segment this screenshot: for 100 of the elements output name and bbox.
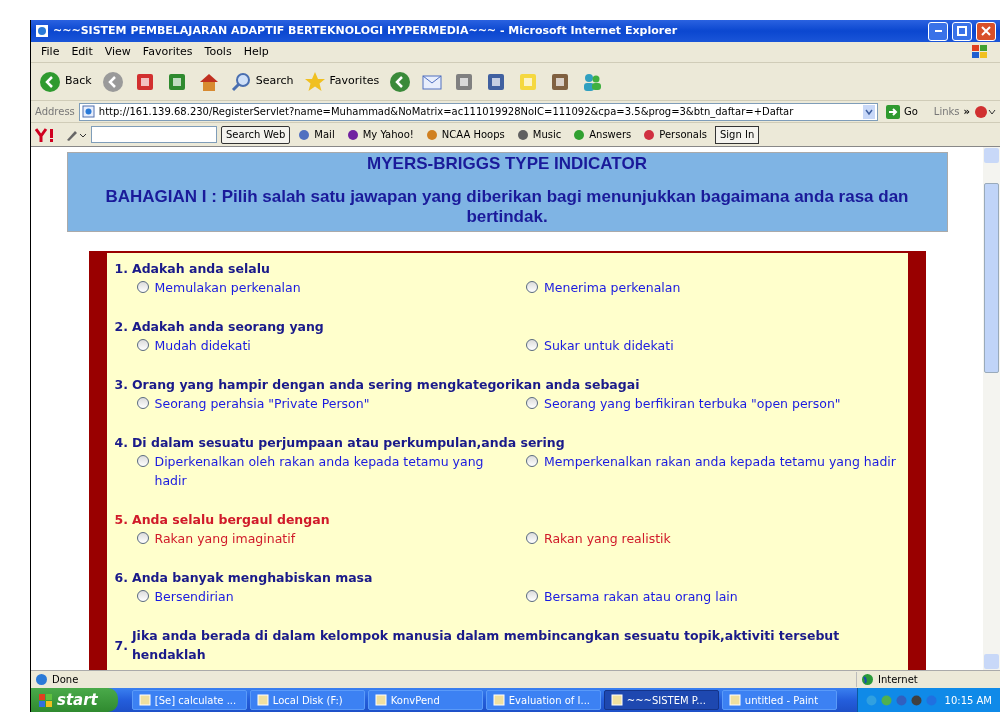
- link-icon: [573, 128, 586, 141]
- window-icon: [374, 694, 387, 706]
- status-text: Done: [52, 673, 80, 687]
- taskbar-button[interactable]: [Se] calculate ...: [131, 690, 247, 710]
- instruction-text: BAHAGIAN I : Pilih salah satu jawapan yang diberikan bagi menunjukkan bagaimana anda rasa dan bertindak.: [104, 187, 910, 227]
- question-number: 5.: [114, 511, 128, 529]
- link-icon: [298, 128, 311, 141]
- start-button[interactable]: start: [31, 688, 118, 712]
- window-icon: [138, 694, 151, 706]
- taskbar-button[interactable]: KonvPend: [367, 690, 483, 710]
- option-label: Memperkenalkan rakan anda kepada tetamu yang hadir: [544, 453, 896, 471]
- window-icon: [256, 694, 269, 706]
- sign-in-button[interactable]: Sign In: [715, 125, 760, 144]
- option-label: Seorang perahsia "Private Person": [154, 395, 370, 413]
- link-icon: [425, 128, 438, 141]
- option-label: Sukar untuk didekati: [544, 337, 674, 355]
- taskbar-button[interactable]: untitled - Paint: [721, 690, 837, 710]
- option-label: Bersendirian: [154, 588, 234, 606]
- go-arrow-icon: [885, 104, 900, 119]
- clock: 10:15 AM: [944, 693, 992, 708]
- links-label[interactable]: Links: [925, 104, 960, 119]
- taskbar-button[interactable]: ~~~SISTEM P...: [603, 690, 719, 710]
- question-number: 4.: [114, 434, 128, 452]
- radio-button[interactable]: [136, 532, 149, 544]
- radio-button[interactable]: [136, 339, 149, 351]
- question-text: Jika anda berada di dalam kelompok manusia dalam membincangkan sesuatu topik,aktiviti tersebut hendaklah: [131, 627, 841, 664]
- option-label: Seorang yang berfikiran terbuka "open person": [544, 395, 841, 413]
- toolbar-link[interactable]: NCAA Hoops: [421, 127, 509, 142]
- toolbar-link[interactable]: Mail: [294, 127, 339, 142]
- option-label: Rakan yang realistik: [544, 530, 671, 548]
- go-button[interactable]: Go: [881, 104, 922, 119]
- option-label: Bersama rakan atau orang lain: [544, 588, 738, 606]
- link-icon: [516, 128, 529, 141]
- question-text: Adakah anda seorang yang: [131, 318, 324, 336]
- address-label: Address: [35, 105, 75, 119]
- question-text: Anda banyak menghabiskan masa: [131, 569, 373, 587]
- question-text: Adakah anda selalu: [131, 260, 270, 278]
- page-title: MYERS-BRIGGS TYPE INDICATOR: [366, 153, 648, 175]
- yahoo-search-field[interactable]: [91, 126, 217, 143]
- radio-button[interactable]: [136, 590, 149, 602]
- toolbar-button[interactable]: Search: [225, 66, 298, 97]
- radio-button[interactable]: [526, 532, 538, 544]
- radio-button[interactable]: [526, 455, 538, 467]
- radio-button[interactable]: [526, 281, 538, 293]
- page-icon: [35, 673, 48, 686]
- question-number: 2.: [114, 318, 128, 336]
- option-label: Memulakan perkenalan: [154, 279, 301, 297]
- windows-logo-icon: [39, 693, 53, 707]
- menu-item[interactable]: File: [35, 43, 66, 61]
- option-label: Menerima perkenalan: [544, 279, 681, 297]
- option-label: Mudah didekati: [154, 337, 251, 355]
- minimize-icon: [934, 30, 942, 32]
- toolbar-link[interactable]: Music: [512, 127, 566, 142]
- option-label: Diperkenalkan oleh rakan anda kepada tetamu yang hadir: [154, 453, 485, 490]
- menu-item[interactable]: Tools: [198, 43, 238, 61]
- radio-button[interactable]: [526, 397, 538, 409]
- radio-button[interactable]: [526, 339, 538, 351]
- question-number: 3.: [114, 376, 128, 394]
- windows-logo-icon: [972, 45, 988, 59]
- radio-button[interactable]: [136, 281, 149, 293]
- globe-icon: [861, 673, 874, 686]
- dropdown-icon[interactable]: [862, 104, 875, 119]
- toolbar-extension-icon[interactable]: [974, 104, 996, 119]
- close-button[interactable]: [976, 21, 996, 41]
- question-number: 6.: [114, 569, 128, 587]
- toolbar-button[interactable]: Back: [35, 66, 96, 97]
- search-web-button[interactable]: Search Web: [221, 125, 291, 144]
- address-url: http://161.139.68.230/RegisterServlet?name=Muhammad&NoMatrix=ac111019928NoIC=111092&cpa=3.5&prog=3&btn_daftar=+Daftar: [98, 105, 795, 119]
- radio-button[interactable]: [136, 397, 149, 409]
- window-icon: [610, 694, 623, 706]
- link-icon: [346, 128, 359, 141]
- minimize-button[interactable]: [928, 21, 948, 41]
- browser-icon: [35, 24, 49, 38]
- taskbar-button[interactable]: Evaluation of I...: [485, 690, 601, 710]
- tray-icon[interactable]: [910, 694, 922, 706]
- menu-item[interactable]: Help: [237, 43, 275, 61]
- question-text: Anda selalu bergaul dengan: [131, 511, 330, 529]
- scrollbar[interactable]: [983, 147, 1000, 670]
- menu-item[interactable]: Favorites: [136, 43, 199, 61]
- page-icon: [81, 105, 95, 118]
- maximize-icon: [957, 26, 967, 36]
- radio-button[interactable]: [526, 590, 538, 602]
- question-text: Orang yang hampir dengan anda sering mengkategorikan anda sebagai: [131, 376, 640, 394]
- window-icon: [492, 694, 505, 706]
- toolbar-button[interactable]: Favorites: [299, 66, 384, 97]
- question-number: 1.: [114, 260, 128, 278]
- toolbar-link[interactable]: Answers: [569, 127, 636, 142]
- link-icon: [643, 128, 656, 141]
- zone-text: Internet: [878, 673, 918, 687]
- address-field[interactable]: http://161.139.68.230/RegisterServlet?name=Muhammad&NoMatrix=ac111019928NoIC=111092&cpa=3.5&prog=3&btn_daftar=+Daftar: [78, 102, 878, 121]
- toolbar-link[interactable]: Personals: [639, 127, 711, 142]
- search-icon: [229, 70, 252, 93]
- taskbar-button[interactable]: Local Disk (F:): [249, 690, 365, 710]
- menu-item[interactable]: View: [98, 43, 137, 61]
- close-icon: [981, 26, 991, 36]
- maximize-button[interactable]: [952, 21, 972, 41]
- more-chevron[interactable]: »: [963, 104, 970, 119]
- toolbar-link[interactable]: My Yahoo!: [342, 127, 418, 142]
- radio-button[interactable]: [136, 455, 149, 467]
- menu-item[interactable]: Edit: [65, 43, 99, 61]
